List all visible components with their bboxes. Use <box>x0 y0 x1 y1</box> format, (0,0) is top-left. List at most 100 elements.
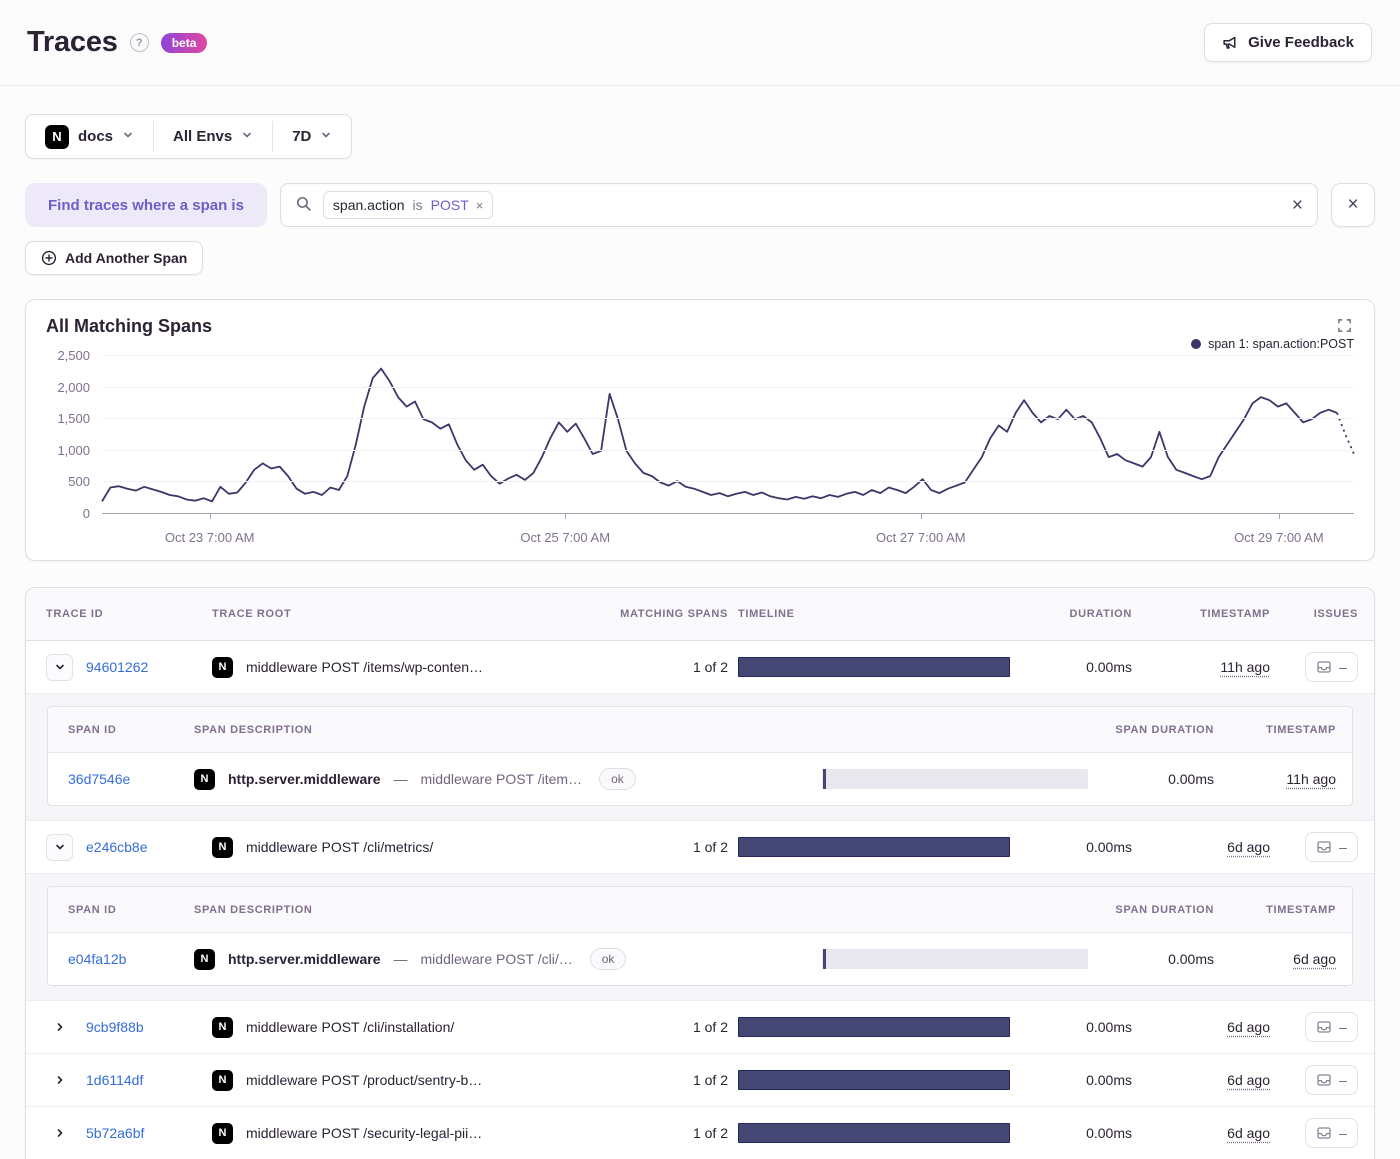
timeline-bar[interactable] <box>738 1070 1010 1090</box>
expand-toggle-button[interactable] <box>46 1067 73 1094</box>
matching-spans-count: 1 of 2 <box>598 839 728 855</box>
issues-button[interactable]: – <box>1305 1012 1358 1042</box>
trace-root-text: middleware POST /product/sentry-b… <box>246 1072 482 1088</box>
expand-toggle-button[interactable] <box>46 1120 73 1147</box>
description-separator: — <box>394 951 408 967</box>
trace-id-link[interactable]: 94601262 <box>86 659 202 675</box>
nextjs-logo: N <box>194 949 215 970</box>
issues-button[interactable]: – <box>1305 652 1358 682</box>
search-token[interactable]: span.action is POST × <box>323 191 493 219</box>
trace-root-text: middleware POST /security-legal-pii… <box>246 1125 482 1141</box>
span-timeline-bar[interactable] <box>822 769 1088 789</box>
col-header-trace-id: TRACE ID <box>46 608 202 620</box>
trace-row: 1d6114df Nmiddleware POST /product/sentry… <box>26 1054 1374 1107</box>
x-tick-mark <box>210 514 211 519</box>
trace-root-cell: Nmiddleware POST /security-legal-pii… <box>212 1123 588 1144</box>
issues-empty-dash: – <box>1339 1072 1347 1088</box>
nextjs-logo: N <box>212 837 233 858</box>
expand-toggle-button[interactable] <box>46 654 73 681</box>
col-header-span-description: SPAN DESCRIPTION <box>194 724 812 736</box>
span-description-text: middleware POST /item… <box>421 771 583 787</box>
trace-id-link[interactable]: 5b72a6bf <box>86 1125 202 1141</box>
span-description-cell: Nhttp.server.middleware — middleware POST … <box>194 768 812 790</box>
remove-span-filter-button[interactable]: × <box>1331 183 1375 227</box>
y-tick-label: 1,000 <box>57 443 90 458</box>
chevron-down-icon <box>241 128 253 145</box>
project-selector[interactable]: N docs <box>26 115 153 158</box>
span-row: e04fa12b Nhttp.server.middleware — middlewa… <box>48 933 1352 985</box>
inbox-icon <box>1316 839 1332 855</box>
matching-spans-count: 1 of 2 <box>598 1072 728 1088</box>
timeline-bar[interactable] <box>738 657 1010 677</box>
trace-id-link[interactable]: 1d6114df <box>86 1072 202 1088</box>
timestamp-cell: 6d ago <box>1142 1125 1270 1141</box>
chart-gridline <box>102 418 1354 419</box>
trace-row: e246cb8e Nmiddleware POST /cli/metrics/1 … <box>26 821 1374 874</box>
duration-value: 0.00ms <box>1020 1072 1132 1088</box>
expanded-spans-section: SPAN ID SPAN DESCRIPTION SPAN DURATION TIME… <box>26 694 1374 821</box>
issues-button[interactable]: – <box>1305 832 1358 862</box>
timeline-cell <box>738 1123 1010 1143</box>
legend-dot-icon <box>1191 339 1201 349</box>
give-feedback-button[interactable]: Give Feedback <box>1204 23 1372 62</box>
timeline-bar[interactable] <box>738 837 1010 857</box>
timestamp-value: 6d ago <box>1227 1125 1270 1141</box>
help-icon[interactable]: ? <box>130 33 149 52</box>
span-timeline-bar[interactable] <box>822 949 1088 969</box>
y-tick-label: 500 <box>68 474 90 489</box>
trace-id-link[interactable]: e246cb8e <box>86 839 202 855</box>
span-condition-label: Find traces where a span is <box>25 183 267 227</box>
duration-value: 0.00ms <box>1020 659 1132 675</box>
issues-empty-dash: – <box>1339 659 1347 675</box>
timeline-bar[interactable] <box>738 1123 1010 1143</box>
timeline-bar[interactable] <box>738 1017 1010 1037</box>
issues-button[interactable]: – <box>1305 1118 1358 1148</box>
col-header-span-id: SPAN ID <box>68 724 184 736</box>
trace-id-link[interactable]: 9cb9f88b <box>86 1019 202 1035</box>
page-filter-bar: N docs All Envs 7D <box>25 114 352 159</box>
remove-token-icon[interactable]: × <box>476 198 484 213</box>
fullscreen-icon[interactable] <box>1335 316 1354 338</box>
span-operation: http.server.middleware <box>228 771 381 787</box>
issues-empty-dash: – <box>1339 839 1347 855</box>
megaphone-icon <box>1222 34 1239 51</box>
environment-selector[interactable]: All Envs <box>154 115 272 158</box>
issues-empty-dash: – <box>1339 1125 1347 1141</box>
span-id-link[interactable]: 36d7546e <box>68 771 184 787</box>
nextjs-logo: N <box>212 657 233 678</box>
chart-plot[interactable] <box>102 356 1354 514</box>
chart-legend: span 1: span.action:POST <box>46 336 1354 352</box>
expand-toggle-button[interactable] <box>46 834 73 861</box>
nextjs-logo: N <box>212 1017 233 1038</box>
span-status-badge: ok <box>590 948 627 970</box>
nextjs-logo: N <box>212 1123 233 1144</box>
span-timestamp-value: 6d ago <box>1293 951 1336 967</box>
duration-value: 0.00ms <box>1020 839 1132 855</box>
span-search-input[interactable]: span.action is POST × × <box>280 183 1318 227</box>
issues-button[interactable]: – <box>1305 1065 1358 1095</box>
timestamp-cell: 6d ago <box>1142 839 1270 855</box>
beta-badge: beta <box>161 33 208 53</box>
date-range-selector[interactable]: 7D <box>273 115 351 158</box>
expand-toggle-button[interactable] <box>46 1014 73 1041</box>
spans-header-row: SPAN ID SPAN DESCRIPTION SPAN DURATION TIME… <box>48 887 1352 933</box>
description-separator: — <box>394 771 408 787</box>
nextjs-logo: N <box>194 769 215 790</box>
inbox-icon <box>1316 1072 1332 1088</box>
x-tick-label: Oct 23 7:00 AM <box>165 530 255 545</box>
chart-gridline <box>102 481 1354 482</box>
span-timestamp-cell: 11h ago <box>1224 771 1336 787</box>
clear-search-icon[interactable]: × <box>1292 196 1303 215</box>
span-duration-value: 0.00ms <box>1098 771 1214 787</box>
inbox-icon <box>1316 1125 1332 1141</box>
add-another-span-button[interactable]: Add Another Span <box>25 241 203 275</box>
col-header-issues: ISSUES <box>1280 608 1358 620</box>
trace-row: 94601262 Nmiddleware POST /items/wp-conte… <box>26 641 1374 694</box>
page-title: Traces <box>27 26 118 59</box>
col-header-span-timestamp: TIMESTAMP <box>1224 904 1336 916</box>
span-id-link[interactable]: e04fa12b <box>68 951 184 967</box>
y-tick-label: 0 <box>83 506 90 521</box>
trace-root-cell: Nmiddleware POST /product/sentry-b… <box>212 1070 588 1091</box>
matching-spans-count: 1 of 2 <box>598 659 728 675</box>
timeline-cell <box>738 1017 1010 1037</box>
